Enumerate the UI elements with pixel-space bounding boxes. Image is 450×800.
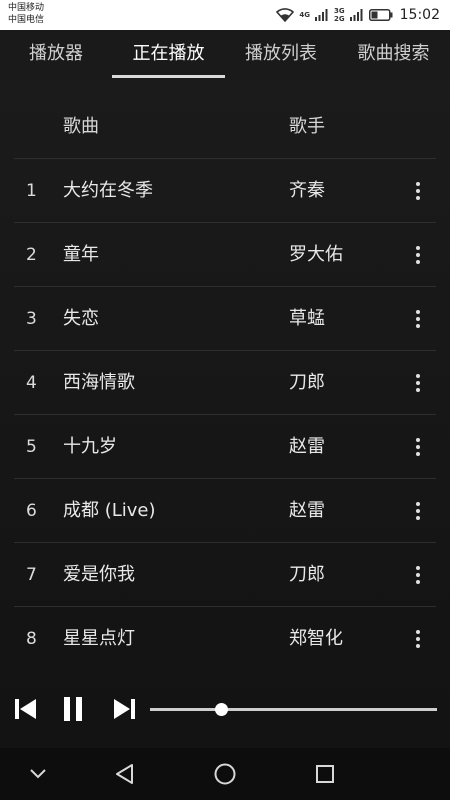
battery-icon: [368, 9, 393, 21]
song-index: 8: [26, 629, 37, 649]
song-row[interactable]: 5 十九岁 赵雷: [0, 415, 450, 479]
more-options-icon[interactable]: [410, 435, 426, 459]
song-row[interactable]: 7 爱是你我 刀郎: [0, 543, 450, 607]
song-index: 6: [26, 501, 37, 521]
seek-track: [150, 708, 437, 711]
network-3g-2g-label: 3G 2G: [334, 6, 345, 23]
song-index: 2: [26, 245, 37, 265]
signal-icon: [315, 9, 329, 21]
status-icons: 4G 3G 2G 15:02: [276, 5, 440, 25]
carrier-1-label: 中国移动: [8, 3, 45, 13]
seek-thumb[interactable]: [215, 703, 229, 716]
back-icon[interactable]: [111, 760, 139, 788]
wifi-icon: [276, 8, 295, 22]
recents-icon[interactable]: [311, 760, 339, 788]
network-3g-label: 3G: [334, 6, 345, 15]
song-index: 1: [26, 181, 37, 201]
song-artist: 刀郎: [289, 372, 325, 393]
more-options-icon[interactable]: [410, 563, 426, 587]
song-row[interactable]: 2 童年 罗大佑: [0, 223, 450, 287]
song-title: 大约在冬季: [63, 180, 153, 201]
song-row[interactable]: 4 西海情歌 刀郎: [0, 351, 450, 415]
song-index: 4: [26, 373, 37, 393]
song-title: 十九岁: [63, 436, 117, 457]
song-artist: 齐秦: [289, 180, 325, 201]
song-row[interactable]: 1 大约在冬季 齐秦: [0, 159, 450, 223]
more-options-icon[interactable]: [410, 627, 426, 651]
more-options-icon[interactable]: [410, 307, 426, 331]
skip-next-icon[interactable]: [108, 692, 142, 726]
more-options-icon[interactable]: [410, 243, 426, 267]
song-row[interactable]: 6 成都 (Live) 赵雷: [0, 479, 450, 543]
song-row[interactable]: 3 失恋 草蜢: [0, 287, 450, 351]
song-artist: 郑智化: [289, 628, 343, 649]
chevron-down-icon[interactable]: [24, 760, 52, 788]
song-artist: 赵雷: [289, 436, 325, 457]
song-artist: 罗大佑: [289, 244, 343, 265]
song-index: 3: [26, 309, 37, 329]
song-title: 童年: [63, 244, 99, 265]
music-player-screen: 中国移动 中国电信 4G 3G 2G 15:02 播放器 正在播放 播放列表 歌…: [0, 0, 450, 800]
signal-2-icon: [349, 9, 364, 21]
active-tab-indicator: [112, 75, 225, 78]
player-controls: [0, 682, 450, 738]
tab-bar: 播放器 正在播放 播放列表 歌曲搜索: [0, 30, 450, 80]
song-title: 成都 (Live): [63, 500, 156, 521]
system-nav-bar: [0, 748, 450, 800]
song-title: 星星点灯: [63, 628, 135, 649]
song-index: 5: [26, 437, 37, 457]
list-header: 歌曲 歌手: [0, 95, 450, 159]
song-artist: 草蜢: [289, 308, 325, 329]
carrier-2-label: 中国电信: [8, 15, 45, 25]
more-options-icon[interactable]: [410, 371, 426, 395]
more-options-icon[interactable]: [410, 179, 426, 203]
column-header-artist: 歌手: [289, 116, 325, 137]
status-bar: 中国移动 中国电信 4G 3G 2G 15:02: [0, 0, 450, 30]
song-title: 爱是你我: [63, 564, 135, 585]
home-icon[interactable]: [211, 760, 239, 788]
tab-now-playing[interactable]: 正在播放: [112, 30, 225, 78]
network-2g-label: 2G: [334, 14, 345, 23]
song-title: 失恋: [63, 308, 99, 329]
pause-icon[interactable]: [56, 692, 90, 726]
seek-bar[interactable]: [150, 703, 437, 716]
tab-player[interactable]: 播放器: [0, 30, 112, 78]
tab-playlist[interactable]: 播放列表: [225, 30, 337, 78]
song-row[interactable]: 8 星星点灯 郑智化: [0, 607, 450, 671]
song-index: 7: [26, 565, 37, 585]
skip-previous-icon[interactable]: [8, 692, 42, 726]
more-options-icon[interactable]: [410, 499, 426, 523]
tab-song-search[interactable]: 歌曲搜索: [337, 30, 450, 78]
status-clock: 15:02: [399, 7, 440, 23]
song-artist: 赵雷: [289, 500, 325, 521]
network-4g-label: 4G: [299, 10, 311, 19]
column-header-song: 歌曲: [63, 116, 99, 137]
song-artist: 刀郎: [289, 564, 325, 585]
song-title: 西海情歌: [63, 372, 135, 393]
